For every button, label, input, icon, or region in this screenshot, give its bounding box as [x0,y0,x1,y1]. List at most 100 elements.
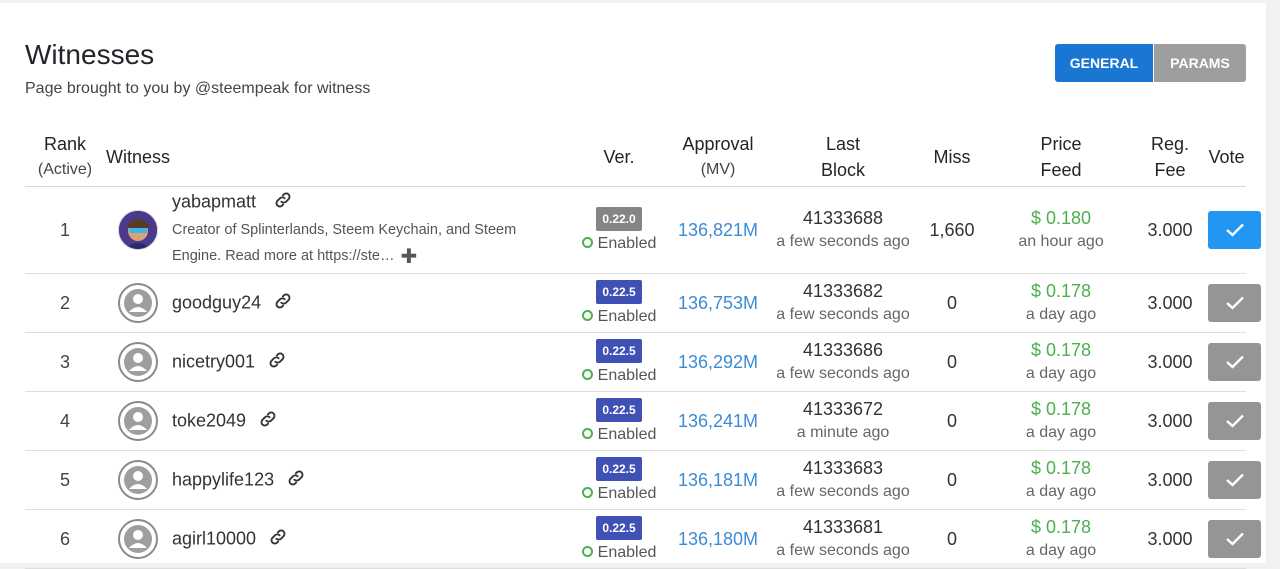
link-icon[interactable] [273,291,293,316]
approval-link[interactable]: 136,821M [665,186,772,274]
price-feed-cell: $ 0.178 a day ago [989,273,1134,333]
approval-link[interactable]: 136,180M [665,509,772,569]
rank-cell: 2 [25,273,105,333]
vote-cell [1207,450,1262,510]
table-row: 3 nicetry001 0.22.5 Enabled 136,292M 4133… [25,332,1262,392]
reg-fee: 3.000 [1133,450,1208,510]
table-row: 1 yabapmatt Creator of Splinterlands, St… [25,186,1262,274]
witness-name[interactable]: goodguy24 [172,292,261,312]
avatar[interactable] [118,460,158,500]
col-miss[interactable]: Miss [915,127,990,187]
reg-fee: 3.000 [1133,391,1208,451]
table-row: 6 agirl10000 0.22.5 Enabled 136,180M 4133… [25,509,1262,569]
price-feed-cell: $ 0.178 a day ago [989,450,1134,510]
witness-cell: happylife123 [171,450,574,510]
reg-fee: 3.000 [1133,332,1208,392]
table-row: 5 happylife123 0.22.5 Enabled 136,181M 41… [25,450,1262,510]
status-dot-icon [581,427,593,439]
status-text: Enabled [597,367,657,384]
witness-table: Rank (Active) Witness Ver. Approval (MV) L… [25,127,1262,569]
col-price-label: Price [1040,133,1082,154]
link-icon[interactable] [267,350,287,375]
vote-button[interactable] [1208,343,1262,381]
last-block-number: 41333683 [802,458,884,478]
witness-name[interactable]: happylife123 [172,469,274,489]
version-badge: 0.22.5 [596,280,642,304]
miss-count: 0 [915,273,990,333]
approval-link[interactable]: 136,753M [665,273,772,333]
vote-cell [1207,332,1262,392]
version-badge: 0.22.5 [596,457,642,481]
last-block-cell: 41333683 a few seconds ago [771,450,916,510]
approval-link[interactable]: 136,292M [665,332,772,392]
vote-cell [1207,186,1262,274]
price-feed-value: $ 0.180 [1030,208,1092,228]
vote-button[interactable] [1208,284,1262,322]
rank-cell: 1 [25,186,105,274]
price-feed-time: a day ago [1025,424,1097,441]
avatar-cell [105,509,171,569]
last-block-cell: 41333681 a few seconds ago [771,509,916,569]
avatar[interactable] [118,283,158,323]
version-badge: 0.22.5 [596,398,642,422]
table-row: 2 goodguy24 0.22.5 Enabled 136,753M 41333… [25,273,1262,333]
rank-cell: 5 [25,450,105,510]
price-feed-value: $ 0.178 [1030,517,1092,537]
col-reg-sub: Fee [1154,159,1186,180]
link-icon[interactable] [273,190,293,215]
approval-link[interactable]: 136,241M [665,391,772,451]
status-text: Enabled [597,235,657,252]
vote-button[interactable] [1208,461,1262,499]
last-block-time: a minute ago [796,424,890,441]
col-approval-label: Approval [682,133,754,154]
rank-cell: 4 [25,391,105,451]
witness-cell: nicetry001 [171,332,574,392]
last-block-number: 41333686 [802,340,884,360]
avatar-cell [105,391,171,451]
link-icon[interactable] [286,468,306,493]
default-user-icon [124,466,152,494]
vote-button[interactable] [1208,211,1262,249]
witness-cell: toke2049 [171,391,574,451]
tab-params[interactable]: PARAMS [1154,44,1246,82]
avatar-cell [105,273,171,333]
col-rank[interactable]: Rank (Active) [25,127,105,187]
avatar[interactable] [118,342,158,382]
vote-button[interactable] [1208,402,1262,440]
link-icon[interactable] [258,409,278,434]
col-price-feed[interactable]: Price Feed [989,127,1134,187]
col-last-block[interactable]: Last Block [771,127,916,187]
approval-link[interactable]: 136,181M [665,450,772,510]
price-feed-time: a day ago [1025,542,1097,559]
witness-name[interactable]: toke2049 [172,410,246,430]
tab-general[interactable]: GENERAL [1055,44,1153,82]
status-text: Enabled [597,485,657,502]
version-cell: 0.22.5 Enabled [573,391,666,451]
check-icon [1225,355,1244,369]
last-block-time: a few seconds ago [776,306,910,323]
witness-name[interactable]: yabapmatt [172,192,256,212]
witness-name[interactable]: agirl10000 [172,528,256,548]
miss-count: 0 [915,450,990,510]
last-block-cell: 41333682 a few seconds ago [771,273,916,333]
link-icon[interactable] [268,527,288,552]
last-block-cell: 41333688 a few seconds ago [771,186,916,274]
vote-button[interactable] [1208,520,1262,558]
col-approval[interactable]: Approval (MV) [665,127,772,187]
col-reg-fee[interactable]: Reg. Fee [1133,127,1208,187]
col-ver[interactable]: Ver. [573,127,666,187]
expand-plus-icon[interactable]: ✚ [400,246,417,268]
status-dot-icon [581,545,593,557]
witness-name[interactable]: nicetry001 [172,351,255,371]
rank-cell: 6 [25,509,105,569]
col-witness[interactable]: Witness [105,127,574,187]
price-feed-time: a day ago [1025,306,1097,323]
last-block-number: 41333682 [802,281,884,301]
version-cell: 0.22.5 Enabled [573,332,666,392]
miss-count: 0 [915,509,990,569]
avatar[interactable] [118,519,158,559]
avatar[interactable] [118,210,158,250]
page-title: Witnesses [25,39,155,70]
default-user-icon [124,525,152,553]
avatar[interactable] [118,401,158,441]
